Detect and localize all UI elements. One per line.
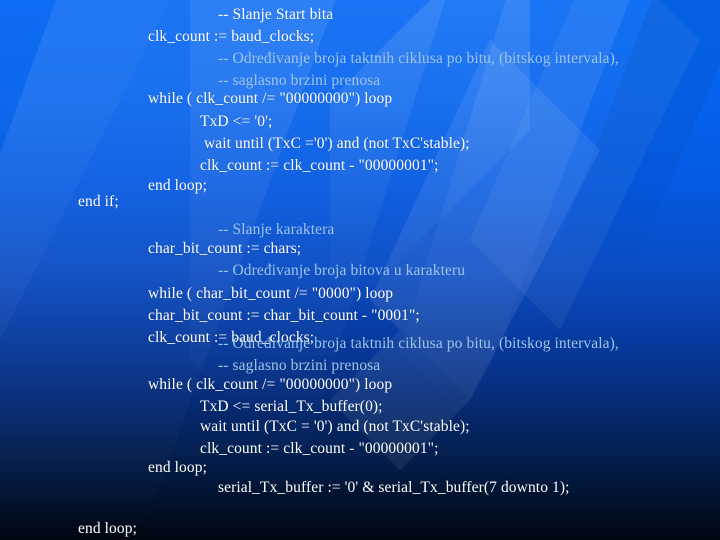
code-line: end loop; (78, 520, 138, 537)
code-line: serial_Tx_buffer := '0' & serial_Tx_buff… (218, 479, 570, 496)
comment-line: -- Određivanje broja taktnih ciklusa po … (218, 335, 619, 352)
code-line: end loop; (148, 177, 208, 194)
code-line: end loop; (148, 459, 208, 476)
comment-line: -- saglasno brzini prenosa (218, 72, 381, 89)
code-line: clk_count := baud_clocks; (148, 28, 315, 45)
code-line: while ( clk_count /= "00000000") loop (148, 90, 393, 107)
code-line: TxD <= '0'; (200, 113, 273, 130)
code-line: end if; (78, 193, 119, 210)
comment-line: -- saglasno brzini prenosa (218, 357, 381, 374)
code-line: wait until (TxC = '0') and (not TxC'stab… (200, 418, 470, 435)
code-line: clk_count := clk_count - "00000001"; (200, 157, 439, 174)
code-line: clk_count := clk_count - "00000001"; (200, 440, 439, 457)
code-line: while ( clk_count /= "00000000") loop (148, 376, 393, 393)
comment-line: -- Određivanje broja bitova u karakteru (218, 262, 466, 279)
code-line: char_bit_count := chars; (148, 240, 302, 257)
comment-line: -- Određivanje broja taktnih ciklusa po … (218, 50, 619, 67)
comment-line: -- Slanje karaktera (218, 221, 335, 238)
code-line: TxD <= serial_Tx_buffer(0); (200, 398, 383, 415)
code-line: -- Slanje Start bita (218, 6, 334, 23)
presentation-slide: -- Slanje Start bita clk_count := baud_c… (0, 0, 720, 540)
vhdl-code-block: -- Slanje Start bita clk_count := baud_c… (0, 0, 720, 540)
code-line: char_bit_count := char_bit_count - "0001… (148, 307, 420, 324)
code-line: wait until (TxC ='0') and (not TxC'stabl… (200, 135, 470, 152)
code-line: while ( char_bit_count /= "0000") loop (148, 285, 394, 302)
